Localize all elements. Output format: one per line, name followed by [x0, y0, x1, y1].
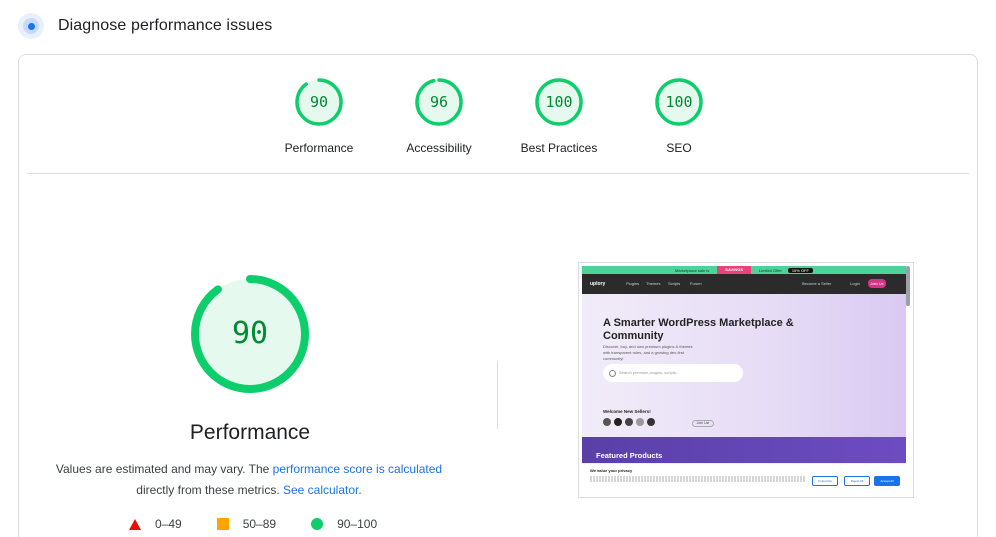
promo-bar: Marketplace sale is SAVINGS Limited Offe…: [582, 266, 906, 274]
legend-average: 50–89: [216, 517, 277, 531]
nav-item: Plugins: [626, 281, 640, 286]
score-gauge: 96: [414, 77, 464, 127]
welcome-text: Welcome New Sellers!: [603, 409, 651, 414]
nav-item: Themes: [646, 281, 661, 286]
score-gauge: 100: [654, 77, 704, 127]
category-label: Best Practices: [520, 141, 598, 155]
score-legend: 0–49 50–89 90–100: [129, 517, 412, 531]
legend-range: 90–100: [337, 517, 378, 531]
score-value: 100: [665, 93, 693, 111]
scrollbar: [906, 266, 910, 306]
promo-badge: SAVINGS: [717, 266, 751, 274]
vertical-divider: [497, 361, 498, 429]
nav-item: Become a Seller: [802, 281, 832, 286]
lighthouse-icon: [18, 13, 44, 39]
score-value: 100: [545, 93, 573, 111]
score-description: Values are estimated and may vary. The p…: [49, 459, 449, 501]
cookie-title: We value your privacy: [590, 468, 633, 473]
hero-subtitle: Discover, buy, and own premium plugins &…: [603, 344, 693, 361]
promo-text: Marketplace sale is: [675, 267, 710, 273]
category-performance[interactable]: 90 Performance: [259, 77, 379, 155]
nav-item: Login: [850, 281, 860, 286]
section-header: Diagnose performance issues: [18, 12, 272, 40]
divider: [27, 173, 969, 174]
calculator-link[interactable]: See calculator.: [283, 483, 362, 497]
site-nav: uplory Plugins Themes Scripts Forum Beco…: [582, 274, 906, 294]
nav-item: Forum: [690, 281, 702, 286]
category-label: SEO: [666, 141, 692, 155]
category-label: Accessibility: [406, 141, 472, 155]
promo-tag: 15% OFF: [787, 267, 813, 273]
cookie-text: [590, 476, 805, 482]
join-button: Join Us!: [692, 420, 714, 427]
score-gauge: 90: [294, 77, 344, 127]
category-accessibility[interactable]: 96 Accessibility: [379, 77, 499, 155]
nav-item: Scripts: [668, 281, 681, 286]
triangle-icon: [129, 518, 141, 530]
cookie-button: Reject All: [844, 476, 870, 486]
section-title: Diagnose performance issues: [58, 17, 273, 34]
hero-search: Search premium plugins, scripts...: [603, 364, 743, 382]
performance-score: 90: [231, 316, 269, 351]
site-logo: uplory: [590, 281, 606, 287]
performance-gauge: 90: [189, 273, 311, 395]
category-label: Performance: [284, 141, 354, 155]
legend-pass: 90–100: [311, 517, 377, 531]
description-text: Values are estimated and may vary. The: [55, 462, 273, 476]
score-value: 90: [309, 93, 329, 111]
legend-fail: 0–49: [129, 517, 182, 531]
category-seo[interactable]: 100 SEO: [619, 77, 739, 155]
category-best-practices[interactable]: 100 Best Practices: [499, 77, 619, 155]
description-text: directly from these metrics.: [136, 483, 283, 497]
score-calculation-link[interactable]: performance score is calculated: [273, 462, 442, 476]
seller-avatars: [603, 418, 658, 426]
score-gauge: 100: [534, 77, 584, 127]
square-icon: [216, 518, 229, 530]
circle-icon: [311, 518, 324, 530]
hero-section: A Smarter WordPress Marketplace & Commun…: [582, 294, 906, 437]
promo-text: Limited Offer: [759, 267, 782, 273]
performance-title: Performance: [189, 421, 311, 444]
legend-range: 50–89: [242, 517, 277, 531]
score-value: 96: [429, 93, 449, 111]
cookie-button: Customize: [812, 476, 838, 486]
cookie-banner: We value your privacy Customize Reject A…: [582, 463, 906, 495]
category-scores: 90 Performance 96 Accessibility 100 Best…: [19, 77, 977, 167]
page-screenshot[interactable]: Marketplace sale is SAVINGS Limited Offe…: [578, 262, 914, 498]
legend-range: 0–49: [155, 517, 182, 531]
cookie-button: Accept All: [874, 476, 900, 486]
join-button: Join Us: [868, 279, 886, 288]
report-card: 90 Performance 96 Accessibility 100 Best…: [18, 54, 978, 537]
hero-title: A Smarter WordPress Marketplace & Commun…: [603, 317, 794, 342]
